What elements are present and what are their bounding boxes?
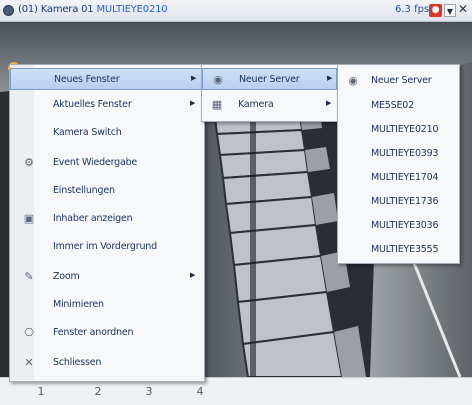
menu-item-schliessen[interactable]: ✕ Schliessen bbox=[10, 352, 204, 374]
menu-item-label: Neues Fenster bbox=[54, 74, 120, 85]
page-button-2[interactable]: 2 bbox=[91, 385, 105, 398]
menu-item-neuer-server-connect[interactable]: ◉ Neuer Server bbox=[338, 70, 459, 92]
menu-item-label: Neuer Server bbox=[239, 74, 300, 85]
page-button-1[interactable]: 1 bbox=[34, 385, 48, 398]
menu-item-label: Immer im Vordergrund bbox=[53, 241, 157, 252]
server-icon: ◉ bbox=[213, 73, 223, 86]
menu-item-immer-im-vordergrund[interactable]: Immer im Vordergrund bbox=[10, 236, 204, 258]
context-menu: Neues Fenster ▶ Aktuelles Fenster ▶ Kame… bbox=[9, 64, 205, 382]
server-item-multieye1736[interactable]: MULTIEYE1736 bbox=[338, 191, 459, 213]
menu-item-label: MULTIEYE1736 bbox=[371, 196, 439, 207]
submenu-arrow-icon: ▶ bbox=[327, 74, 333, 82]
close-icon: ✕ bbox=[24, 356, 34, 369]
menu-item-label: Aktuelles Fenster bbox=[53, 99, 132, 110]
menu-item-fenster-anordnen[interactable]: ⎔ Fenster anordnen bbox=[10, 322, 204, 344]
server-item-multieye1704[interactable]: MULTIEYE1704 bbox=[338, 167, 459, 189]
page-button-3[interactable]: 3 bbox=[142, 385, 156, 398]
menu-item-label: ME5SE02 bbox=[371, 100, 414, 111]
menu-item-label: Schliessen bbox=[53, 357, 102, 368]
menu-item-label: MULTIEYE0393 bbox=[371, 148, 439, 159]
menu-item-label: MULTIEYE0210 bbox=[371, 124, 439, 135]
menu-item-label: Kamera Switch bbox=[53, 127, 122, 138]
menu-item-label: Event Wiedergabe bbox=[53, 157, 138, 168]
menu-item-label: Inhaber anzeigen bbox=[53, 213, 133, 224]
menu-item-event-wiedergabe[interactable]: ⚙ Event Wiedergabe bbox=[10, 152, 204, 174]
server-item-multieye3555[interactable]: MULTIEYE3555 bbox=[338, 239, 459, 261]
camera-icon: ▦ bbox=[211, 98, 223, 111]
arrange-icon: ⎔ bbox=[24, 326, 34, 339]
window-close-button[interactable]: ✕ bbox=[458, 2, 468, 16]
server-item-multieye0393[interactable]: MULTIEYE0393 bbox=[338, 143, 459, 165]
menu-item-neuer-server[interactable]: ◉ Neuer Server ▶ bbox=[202, 68, 337, 90]
window-title: (01) Kamera 01 MULTIEYE0210 bbox=[18, 4, 168, 15]
menu-item-label: Fenster anordnen bbox=[53, 327, 134, 338]
menu-item-label: MULTIEYE3555 bbox=[371, 244, 439, 255]
menu-item-kamera[interactable]: ▦ Kamera ▶ bbox=[202, 94, 337, 116]
server-item-me5se02[interactable]: ME5SE02 bbox=[338, 95, 459, 117]
menu-item-inhaber-anzeigen[interactable]: ▣ Inhaber anzeigen bbox=[10, 208, 204, 230]
display-icon: ▣ bbox=[23, 212, 35, 225]
zoom-icon: ✎ bbox=[24, 270, 34, 283]
menu-item-label: Kamera bbox=[238, 99, 274, 110]
menu-item-label: MULTIEYE1704 bbox=[371, 172, 439, 183]
menu-item-minimieren[interactable]: Minimieren bbox=[10, 294, 204, 316]
menu-item-neues-fenster[interactable]: Neues Fenster ▶ bbox=[10, 68, 204, 90]
menu-item-label: MULTIEYE3036 bbox=[371, 220, 439, 231]
submenu-neues-fenster: ◉ Neuer Server ▶ ▦ Kamera ▶ bbox=[201, 64, 338, 122]
fps-readout: 6.3 fps bbox=[395, 4, 430, 15]
menu-item-zoom[interactable]: ✎ Zoom ▶ bbox=[10, 266, 204, 288]
submenu-arrow-icon: ▶ bbox=[190, 271, 196, 279]
title-camera-name: (01) Kamera 01 bbox=[18, 4, 94, 15]
menu-item-einstellungen[interactable]: Einstellungen bbox=[10, 180, 204, 202]
menu-item-label: Minimieren bbox=[53, 299, 104, 310]
menu-item-aktuelles-fenster[interactable]: Aktuelles Fenster ▶ bbox=[10, 94, 204, 116]
submenu-arrow-icon: ▶ bbox=[326, 99, 332, 107]
submenu-arrow-icon: ▶ bbox=[191, 74, 197, 82]
app-icon[interactable] bbox=[3, 5, 14, 16]
server-item-multieye0210[interactable]: MULTIEYE0210 bbox=[338, 119, 459, 141]
dropdown-button[interactable]: ▼ bbox=[444, 4, 456, 17]
title-bar: (01) Kamera 01 MULTIEYE0210 6.3 fps ● ▼ … bbox=[0, 0, 472, 22]
menu-item-kamera-switch[interactable]: Kamera Switch bbox=[10, 122, 204, 144]
title-device-name: MULTIEYE0210 bbox=[96, 4, 168, 15]
server-item-multieye3036[interactable]: MULTIEYE3036 bbox=[338, 215, 459, 237]
page-button-4[interactable]: 4 bbox=[193, 385, 207, 398]
submenu-arrow-icon: ▶ bbox=[190, 99, 196, 107]
event-playback-icon: ⚙ bbox=[24, 156, 34, 169]
menu-item-label: Einstellungen bbox=[53, 185, 115, 196]
record-button[interactable]: ● bbox=[429, 4, 442, 17]
submenu-neuer-server: ◉ Neuer Server ME5SE02 MULTIEYE0210 MULT… bbox=[337, 64, 460, 264]
server-icon: ◉ bbox=[348, 74, 358, 87]
menu-item-label: Neuer Server bbox=[371, 75, 432, 86]
menu-item-label: Zoom bbox=[53, 271, 80, 282]
